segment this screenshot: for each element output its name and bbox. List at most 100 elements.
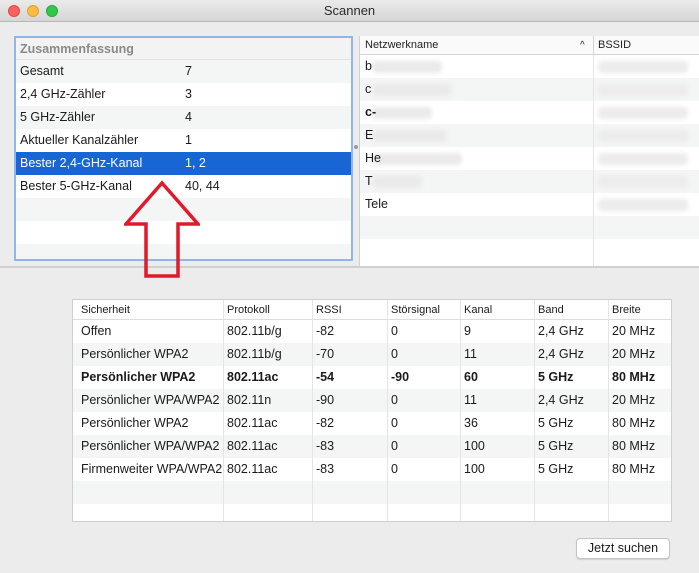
redacted-bssid-blur	[598, 130, 688, 142]
column-header-network-name[interactable]: Netzwerkname	[365, 36, 438, 55]
redacted-name-blur	[372, 153, 462, 165]
network-row[interactable]: He	[360, 147, 699, 170]
network-name: c-	[365, 105, 377, 119]
table-cell: 0	[391, 347, 398, 361]
table-cell: 80 MHz	[612, 439, 656, 453]
table-cell: Persönlicher WPA2	[81, 416, 189, 430]
table-cell: 2,4 GHz	[538, 324, 584, 338]
redacted-name-blur	[372, 61, 442, 73]
table-cell: 2,4 GHz	[538, 347, 584, 361]
table-cell: -82	[316, 416, 335, 430]
column-header-bssid[interactable]: BSSID	[598, 36, 631, 55]
table-cell: Persönlicher WPA2	[81, 370, 196, 384]
network-list-header: Netzwerkname ^ BSSID	[360, 36, 699, 55]
network-name: c	[365, 82, 372, 96]
upper-pane: Zusammenfassung Gesamt 7 2,4 GHz-Zähler 3 5 …	[0, 22, 699, 266]
table-cell: 0	[391, 439, 398, 453]
table-cell: 0	[391, 416, 398, 430]
network-name: T	[365, 174, 373, 188]
table-cell: -54	[316, 370, 335, 384]
redacted-name-blur	[372, 107, 432, 119]
table-cell: 802.11b/g	[227, 324, 282, 338]
column-header[interactable]: Kanal	[464, 300, 492, 320]
redacted-bssid-blur	[598, 153, 688, 165]
table-cell: -70	[316, 347, 335, 361]
network-name: He	[365, 151, 381, 165]
table-cell: 2,4 GHz	[538, 393, 584, 407]
redacted-bssid-blur	[598, 176, 688, 188]
table-row[interactable]: Persönlicher WPA2 802.11ac -54 -90 60 5 GHz 80…	[73, 366, 671, 389]
table-cell: Persönlicher WPA2	[81, 347, 189, 361]
network-row[interactable]: c-	[360, 101, 699, 124]
table-row[interactable]: Persönlicher WPA2 802.11b/g -70 0 11 2,4 GHz 2…	[73, 343, 671, 366]
table-cell: 0	[391, 462, 398, 476]
table-cell: Offen	[81, 324, 112, 338]
table-cell: 802.11ac	[227, 370, 279, 384]
summary-label: 2,4 GHz-Zähler	[20, 87, 106, 101]
redacted-bssid-blur	[598, 61, 688, 73]
network-row[interactable]: E	[360, 124, 699, 147]
table-cell: 802.11b/g	[227, 347, 282, 361]
table-row[interactable]: Persönlicher WPA/WPA2 802.11n -90 0 11 2,4 GH…	[73, 389, 671, 412]
table-cell: 802.11ac	[227, 462, 278, 476]
network-row[interactable]: c	[360, 78, 699, 101]
table-empty-row	[73, 504, 671, 521]
network-name: b	[365, 59, 372, 73]
table-cell: 11	[464, 393, 477, 407]
summary-value: 4	[185, 110, 192, 124]
table-row[interactable]: Offen 802.11b/g -82 0 9 2,4 GHz 20 MHz	[73, 320, 671, 343]
table-cell: 20 MHz	[612, 347, 656, 361]
summary-row[interactable]: 2,4 GHz-Zähler 3	[16, 83, 351, 106]
table-cell: -90	[316, 393, 335, 407]
summary-header: Zusammenfassung	[16, 38, 351, 60]
network-row[interactable]: Tele	[360, 193, 699, 216]
network-empty-row	[360, 239, 699, 262]
network-row[interactable]: b	[360, 55, 699, 78]
table-cell: 60	[464, 370, 478, 384]
table-cell: 20 MHz	[612, 324, 656, 338]
divider-handle-icon[interactable]	[354, 145, 358, 149]
redacted-bssid-blur	[598, 107, 688, 119]
column-header[interactable]: Protokoll	[227, 300, 270, 320]
summary-value: 1	[185, 133, 192, 147]
table-cell: 9	[464, 324, 471, 338]
column-header[interactable]: Störsignal	[391, 300, 440, 320]
table-cell: Firmenweiter WPA/WPA2	[81, 462, 223, 476]
summary-row[interactable]: Aktueller Kanalzähler 1	[16, 129, 351, 152]
table-row[interactable]: Persönlicher WPA2 802.11ac -82 0 36 5 GHz 80 M…	[73, 412, 671, 435]
table-row[interactable]: Firmenweiter WPA/WPA2 802.11ac -83 0 100 5 GH…	[73, 458, 671, 481]
table-row[interactable]: Persönlicher WPA/WPA2 802.11ac -83 0 100 5 GH…	[73, 435, 671, 458]
scan-now-button[interactable]: Jetzt suchen	[576, 538, 670, 559]
network-row[interactable]: T	[360, 170, 699, 193]
table-cell: -83	[316, 439, 335, 453]
summary-row[interactable]: Gesamt 7	[16, 60, 351, 83]
redacted-name-blur	[372, 176, 422, 188]
table-cell: 802.11ac	[227, 439, 278, 453]
redacted-name-blur	[372, 84, 452, 96]
column-header[interactable]: Breite	[612, 300, 641, 320]
summary-row[interactable]: Bester 2,4-GHz-Kanal 1, 2	[16, 152, 351, 175]
table-cell: 100	[464, 462, 485, 476]
table-cell: 20 MHz	[612, 393, 656, 407]
summary-label: Bester 2,4-GHz-Kanal	[20, 156, 143, 170]
column-header[interactable]: Sicherheit	[81, 300, 130, 320]
network-list-table[interactable]: Netzwerkname ^ BSSID b c c- E He T Tele	[359, 36, 699, 266]
summary-row[interactable]: 5 GHz-Zähler 4	[16, 106, 351, 129]
sort-ascending-icon[interactable]: ^	[580, 36, 585, 55]
scan-results-table[interactable]: Sicherheit Protokoll RSSI Störsignal Kanal Ba…	[72, 299, 672, 522]
redacted-bssid-blur	[598, 199, 688, 211]
table-cell: 0	[391, 393, 398, 407]
table-cell: Persönlicher WPA/WPA2	[81, 439, 220, 453]
column-header[interactable]: Band	[538, 300, 564, 320]
network-name: Tele	[365, 197, 388, 211]
table-cell: 802.11n	[227, 393, 272, 407]
table-cell: -83	[316, 462, 335, 476]
table-cell: 100	[464, 439, 485, 453]
table-cell: 5 GHz	[538, 439, 574, 453]
table-empty-row	[73, 481, 671, 504]
summary-label: Bester 5-GHz-Kanal	[20, 179, 132, 193]
window-title: Scannen	[323, 3, 376, 18]
scan-results-header: Sicherheit Protokoll RSSI Störsignal Kanal Ba…	[73, 300, 671, 320]
table-cell: 5 GHz	[538, 462, 574, 476]
column-header[interactable]: RSSI	[316, 300, 342, 320]
